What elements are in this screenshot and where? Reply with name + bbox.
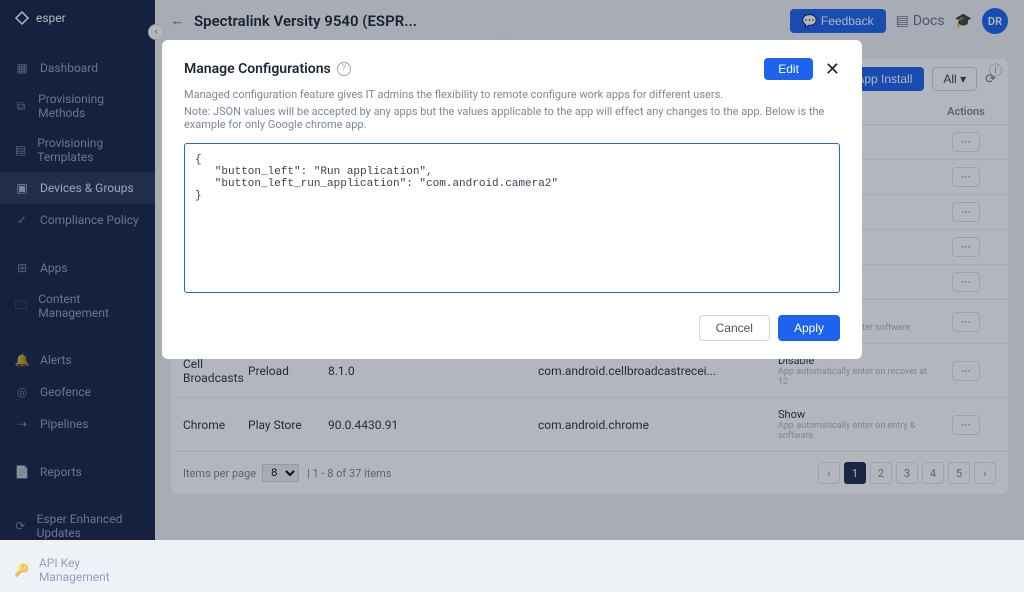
nav-api-keys[interactable]: 🔑 API Key Management xyxy=(0,548,155,592)
api-icon: 🔑 xyxy=(14,562,29,578)
modal-note: Note: JSON values will be accepted by an… xyxy=(184,105,840,131)
apply-button[interactable]: Apply xyxy=(778,315,840,341)
json-editor[interactable]: { "button_left": "Run application", "but… xyxy=(184,143,840,293)
modal-footer: Cancel Apply xyxy=(184,315,840,341)
modal-title: Manage Configurations xyxy=(184,61,331,77)
manage-configurations-modal: Manage Configurations ? Edit ✕ Managed c… xyxy=(162,40,862,359)
help-icon[interactable]: ? xyxy=(337,62,351,76)
edit-button[interactable]: Edit xyxy=(764,58,813,80)
modal-header: Manage Configurations ? Edit ✕ xyxy=(184,58,840,80)
nav-label: API Key Management xyxy=(39,556,141,584)
modal-subtitle: Managed configuration feature gives IT a… xyxy=(184,88,840,101)
close-button[interactable]: ✕ xyxy=(825,59,840,80)
cancel-button[interactable]: Cancel xyxy=(699,315,770,341)
modal-overlay[interactable]: Manage Configurations ? Edit ✕ Managed c… xyxy=(0,0,1024,540)
